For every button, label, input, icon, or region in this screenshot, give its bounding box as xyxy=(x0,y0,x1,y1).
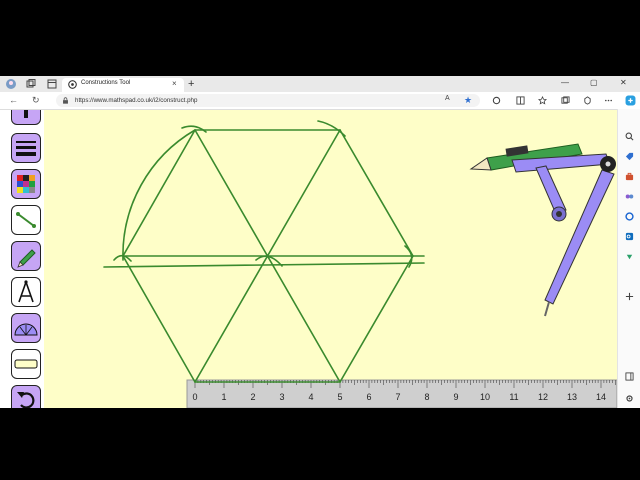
url-text: https://www.mathspad.co.uk/i2/construct.… xyxy=(75,97,198,104)
maximize-button[interactable]: ▢ xyxy=(590,78,598,87)
construction-canvas[interactable]: 0 1 2 3 4 5 6 7 8 9 10 11 12 13 14 xyxy=(0,110,617,408)
profile-avatar-icon[interactable] xyxy=(6,79,16,89)
compass-needle xyxy=(544,301,550,317)
partial-tool-icon xyxy=(24,110,28,118)
shopping-tag-icon[interactable] xyxy=(625,152,634,161)
sidebar-layout-icon[interactable] xyxy=(625,372,634,381)
collections-icon[interactable] xyxy=(561,96,570,105)
outlook-icon[interactable] xyxy=(625,232,634,241)
ruler-label: 4 xyxy=(308,392,313,402)
drop-icon[interactable] xyxy=(625,252,634,261)
ruler-label: 2 xyxy=(250,392,255,402)
ruler-label: 1 xyxy=(221,392,226,402)
new-tab-button[interactable]: + xyxy=(188,77,194,91)
site-favicon-icon xyxy=(68,80,77,89)
minimize-button[interactable]: — xyxy=(561,78,569,87)
ruler-label: 13 xyxy=(567,392,577,402)
extensions-icon[interactable] xyxy=(492,96,501,105)
line-segment-icon xyxy=(16,212,36,228)
tab-title: Constructions Tool xyxy=(81,80,131,86)
tool-sidebar xyxy=(0,110,44,408)
edge-sidebar xyxy=(617,109,640,408)
compass-pencil-tip xyxy=(469,157,492,171)
ruler-label: 5 xyxy=(337,392,342,402)
constructions-page: 0 1 2 3 4 5 6 7 8 9 10 11 12 13 14 xyxy=(0,110,617,408)
ruler-label: 0 xyxy=(192,392,197,402)
compass-adjust-screw-inner xyxy=(556,211,562,217)
search-sidebar-icon[interactable] xyxy=(625,132,634,141)
ruler-tool-button[interactable] xyxy=(11,349,41,379)
address-bar: ← ↻ https://www.mathspad.co.uk/i2/constr… xyxy=(0,92,640,110)
url-field[interactable]: https://www.mathspad.co.uk/i2/construct.… xyxy=(56,94,480,107)
hexagon-edge-lower-left xyxy=(122,255,196,383)
read-aloud-icon[interactable]: A xyxy=(445,95,450,102)
close-window-button[interactable]: ✕ xyxy=(620,78,627,87)
browser-window: Constructions Tool × + — ▢ ✕ ← ↻ https:/… xyxy=(0,76,640,408)
refresh-button[interactable]: ↻ xyxy=(32,95,40,105)
tab-close-button[interactable]: × xyxy=(172,79,177,88)
ruler-icon xyxy=(14,359,38,369)
ruler-label: 11 xyxy=(509,392,518,402)
colour-palette-button[interactable] xyxy=(11,169,41,199)
ruler-label: 12 xyxy=(538,392,548,402)
sidebar-settings-icon[interactable] xyxy=(625,394,634,403)
partial-tool-button[interactable] xyxy=(11,110,41,125)
pencil-icon xyxy=(17,249,36,268)
back-button[interactable]: ← xyxy=(9,95,18,105)
ruler-label: 8 xyxy=(424,392,429,402)
workspaces-icon[interactable] xyxy=(26,79,36,89)
microsoft-365-icon[interactable] xyxy=(625,212,634,221)
line-segment-button[interactable] xyxy=(11,205,41,235)
protractor-icon xyxy=(14,323,38,336)
compass-tool-button[interactable] xyxy=(11,277,41,307)
ruler[interactable]: 0 1 2 3 4 5 6 7 8 9 10 11 12 13 14 xyxy=(186,379,617,408)
ruler-label: 10 xyxy=(480,392,490,402)
favorite-star-icon[interactable]: ★ xyxy=(464,94,472,106)
tab-constructions-tool[interactable]: Constructions Tool × xyxy=(62,78,184,92)
undo-button[interactable] xyxy=(11,385,41,408)
hexagon-edge-upper-right xyxy=(339,129,414,257)
ruler-label: 3 xyxy=(279,392,284,402)
browser-essentials-icon[interactable] xyxy=(583,96,592,105)
compass-instrument[interactable] xyxy=(469,143,616,317)
favorites-icon[interactable] xyxy=(538,96,547,105)
compass-hinge-arm xyxy=(535,165,567,215)
ruler-label: 6 xyxy=(366,392,371,402)
undo-icon xyxy=(17,392,35,408)
colour-palette-icon xyxy=(17,175,35,193)
split-screen-icon[interactable] xyxy=(516,96,525,105)
copilot-icon[interactable] xyxy=(625,95,636,106)
compass-pivot-inner xyxy=(605,161,611,167)
add-sidebar-app-icon[interactable] xyxy=(625,292,634,301)
ruler-label: 7 xyxy=(395,392,400,402)
tab-bar: Constructions Tool × + — ▢ ✕ xyxy=(0,76,640,92)
hexagon-edge-lower-right xyxy=(339,255,414,383)
compass-icon xyxy=(18,280,34,303)
settings-menu-icon[interactable] xyxy=(604,96,613,105)
pencil-button[interactable] xyxy=(11,241,41,271)
line-thickness-button[interactable] xyxy=(11,133,41,163)
arc-mark-top-right xyxy=(317,120,346,137)
line-thickness-icon xyxy=(16,141,36,156)
lock-icon[interactable] xyxy=(62,97,69,104)
tab-actions-icon[interactable] xyxy=(47,79,57,89)
hexagon-edge-upper-left xyxy=(122,129,196,257)
tools-briefcase-icon[interactable] xyxy=(625,172,634,181)
games-icon[interactable] xyxy=(625,192,634,201)
ruler-label: 14 xyxy=(596,392,606,402)
ruler-label: 9 xyxy=(453,392,458,402)
protractor-button[interactable] xyxy=(11,313,41,343)
